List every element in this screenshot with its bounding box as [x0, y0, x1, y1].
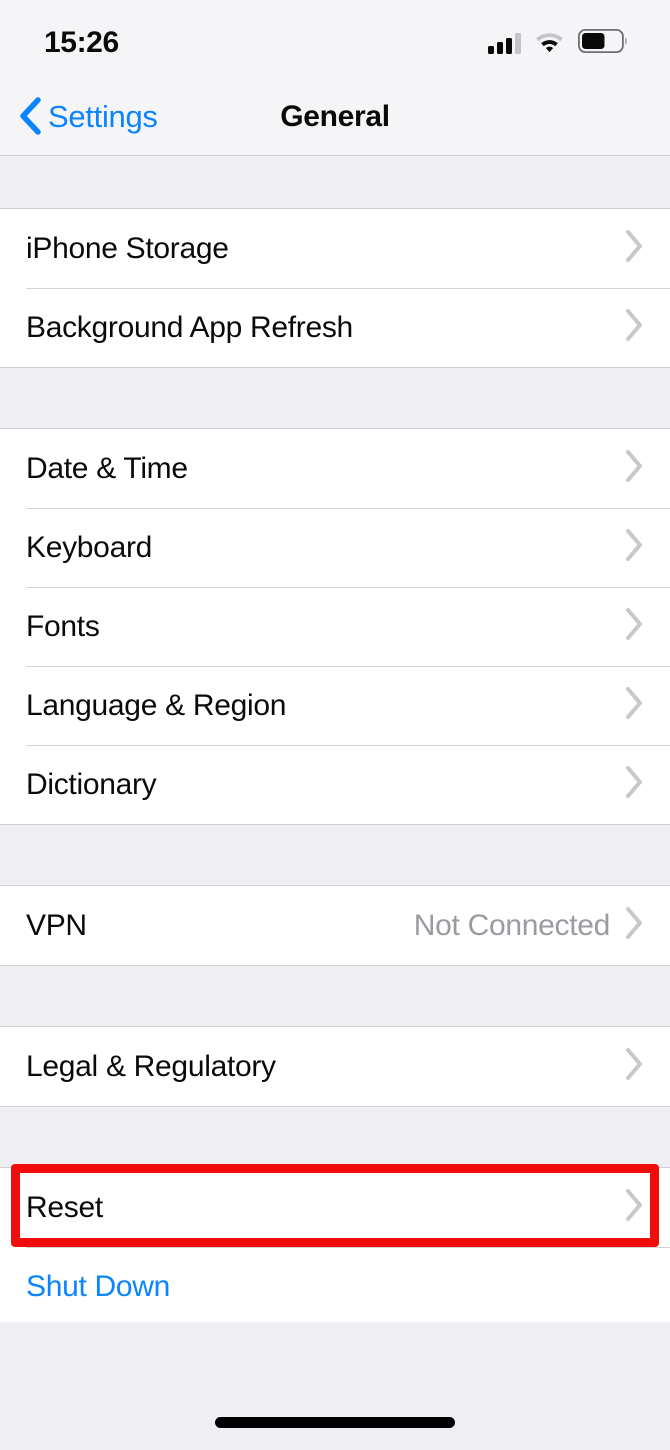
status-bar-time: 15:26: [44, 26, 119, 59]
row-legal-and-regulatory[interactable]: Legal & Regulatory: [0, 1027, 670, 1106]
iphone-settings-general-screen: 15:26 Settings General iPhone Storage Ba…: [0, 0, 670, 1450]
row-language-and-region[interactable]: Language & Region: [0, 666, 670, 745]
section-gap: [0, 966, 670, 1026]
row-dictionary[interactable]: Dictionary: [0, 745, 670, 824]
row-label: Legal & Regulatory: [26, 1049, 276, 1083]
row-shut-down[interactable]: Shut Down: [0, 1247, 670, 1326]
chevron-right-icon: [624, 1047, 644, 1086]
home-indicator-area: [0, 1322, 670, 1450]
row-label: Background App Refresh: [26, 310, 353, 344]
settings-group: Legal & Regulatory: [0, 1026, 670, 1107]
section-gap: [0, 157, 670, 208]
chevron-right-icon: [624, 1188, 644, 1227]
row-vpn[interactable]: VPN Not Connected: [0, 886, 670, 965]
home-indicator[interactable]: [215, 1417, 455, 1428]
chevron-right-icon: [624, 765, 644, 804]
row-label: iPhone Storage: [26, 231, 229, 265]
chevron-right-icon: [624, 906, 644, 945]
back-button[interactable]: Settings: [18, 78, 158, 156]
battery-icon: [577, 28, 628, 58]
chevron-right-icon: [624, 449, 644, 488]
wifi-icon: [534, 29, 565, 57]
row-label: Reset: [26, 1190, 103, 1224]
settings-group: iPhone Storage Background App Refresh: [0, 208, 670, 368]
row-label: Keyboard: [26, 530, 153, 564]
row-label: Language & Region: [26, 688, 287, 722]
row-label: Shut Down: [26, 1269, 171, 1303]
row-label: Dictionary: [26, 767, 157, 801]
chevron-right-icon: [624, 607, 644, 646]
row-label: VPN: [26, 908, 87, 942]
status-bar-icons: [488, 28, 628, 58]
row-iphone-storage[interactable]: iPhone Storage: [0, 209, 670, 288]
chevron-right-icon: [624, 308, 644, 347]
row-date-and-time[interactable]: Date & Time: [0, 429, 670, 508]
row-reset[interactable]: Reset: [0, 1168, 670, 1247]
settings-group: Reset Shut Down: [0, 1167, 670, 1327]
row-background-app-refresh[interactable]: Background App Refresh: [0, 288, 670, 367]
status-bar: 15:26: [0, 0, 670, 78]
chevron-right-icon: [624, 229, 644, 268]
row-fonts[interactable]: Fonts: [0, 587, 670, 666]
navigation-bar: Settings General: [0, 78, 670, 156]
row-label: Date & Time: [26, 451, 188, 485]
cellular-signal-icon: [488, 32, 521, 54]
settings-group: VPN Not Connected: [0, 885, 670, 966]
settings-table: iPhone Storage Background App Refresh Date…: [0, 157, 670, 1450]
chevron-right-icon: [624, 686, 644, 725]
back-button-label: Settings: [48, 99, 158, 134]
row-keyboard[interactable]: Keyboard: [0, 508, 670, 587]
section-gap: [0, 1107, 670, 1167]
chevron-right-icon: [624, 528, 644, 567]
settings-group: Date & Time Keyboard Fonts Language & Regio…: [0, 428, 670, 825]
chevron-left-icon: [18, 96, 42, 141]
section-gap: [0, 368, 670, 428]
row-label: Fonts: [26, 609, 100, 643]
section-gap: [0, 825, 670, 885]
row-value: Not Connected: [413, 908, 611, 942]
